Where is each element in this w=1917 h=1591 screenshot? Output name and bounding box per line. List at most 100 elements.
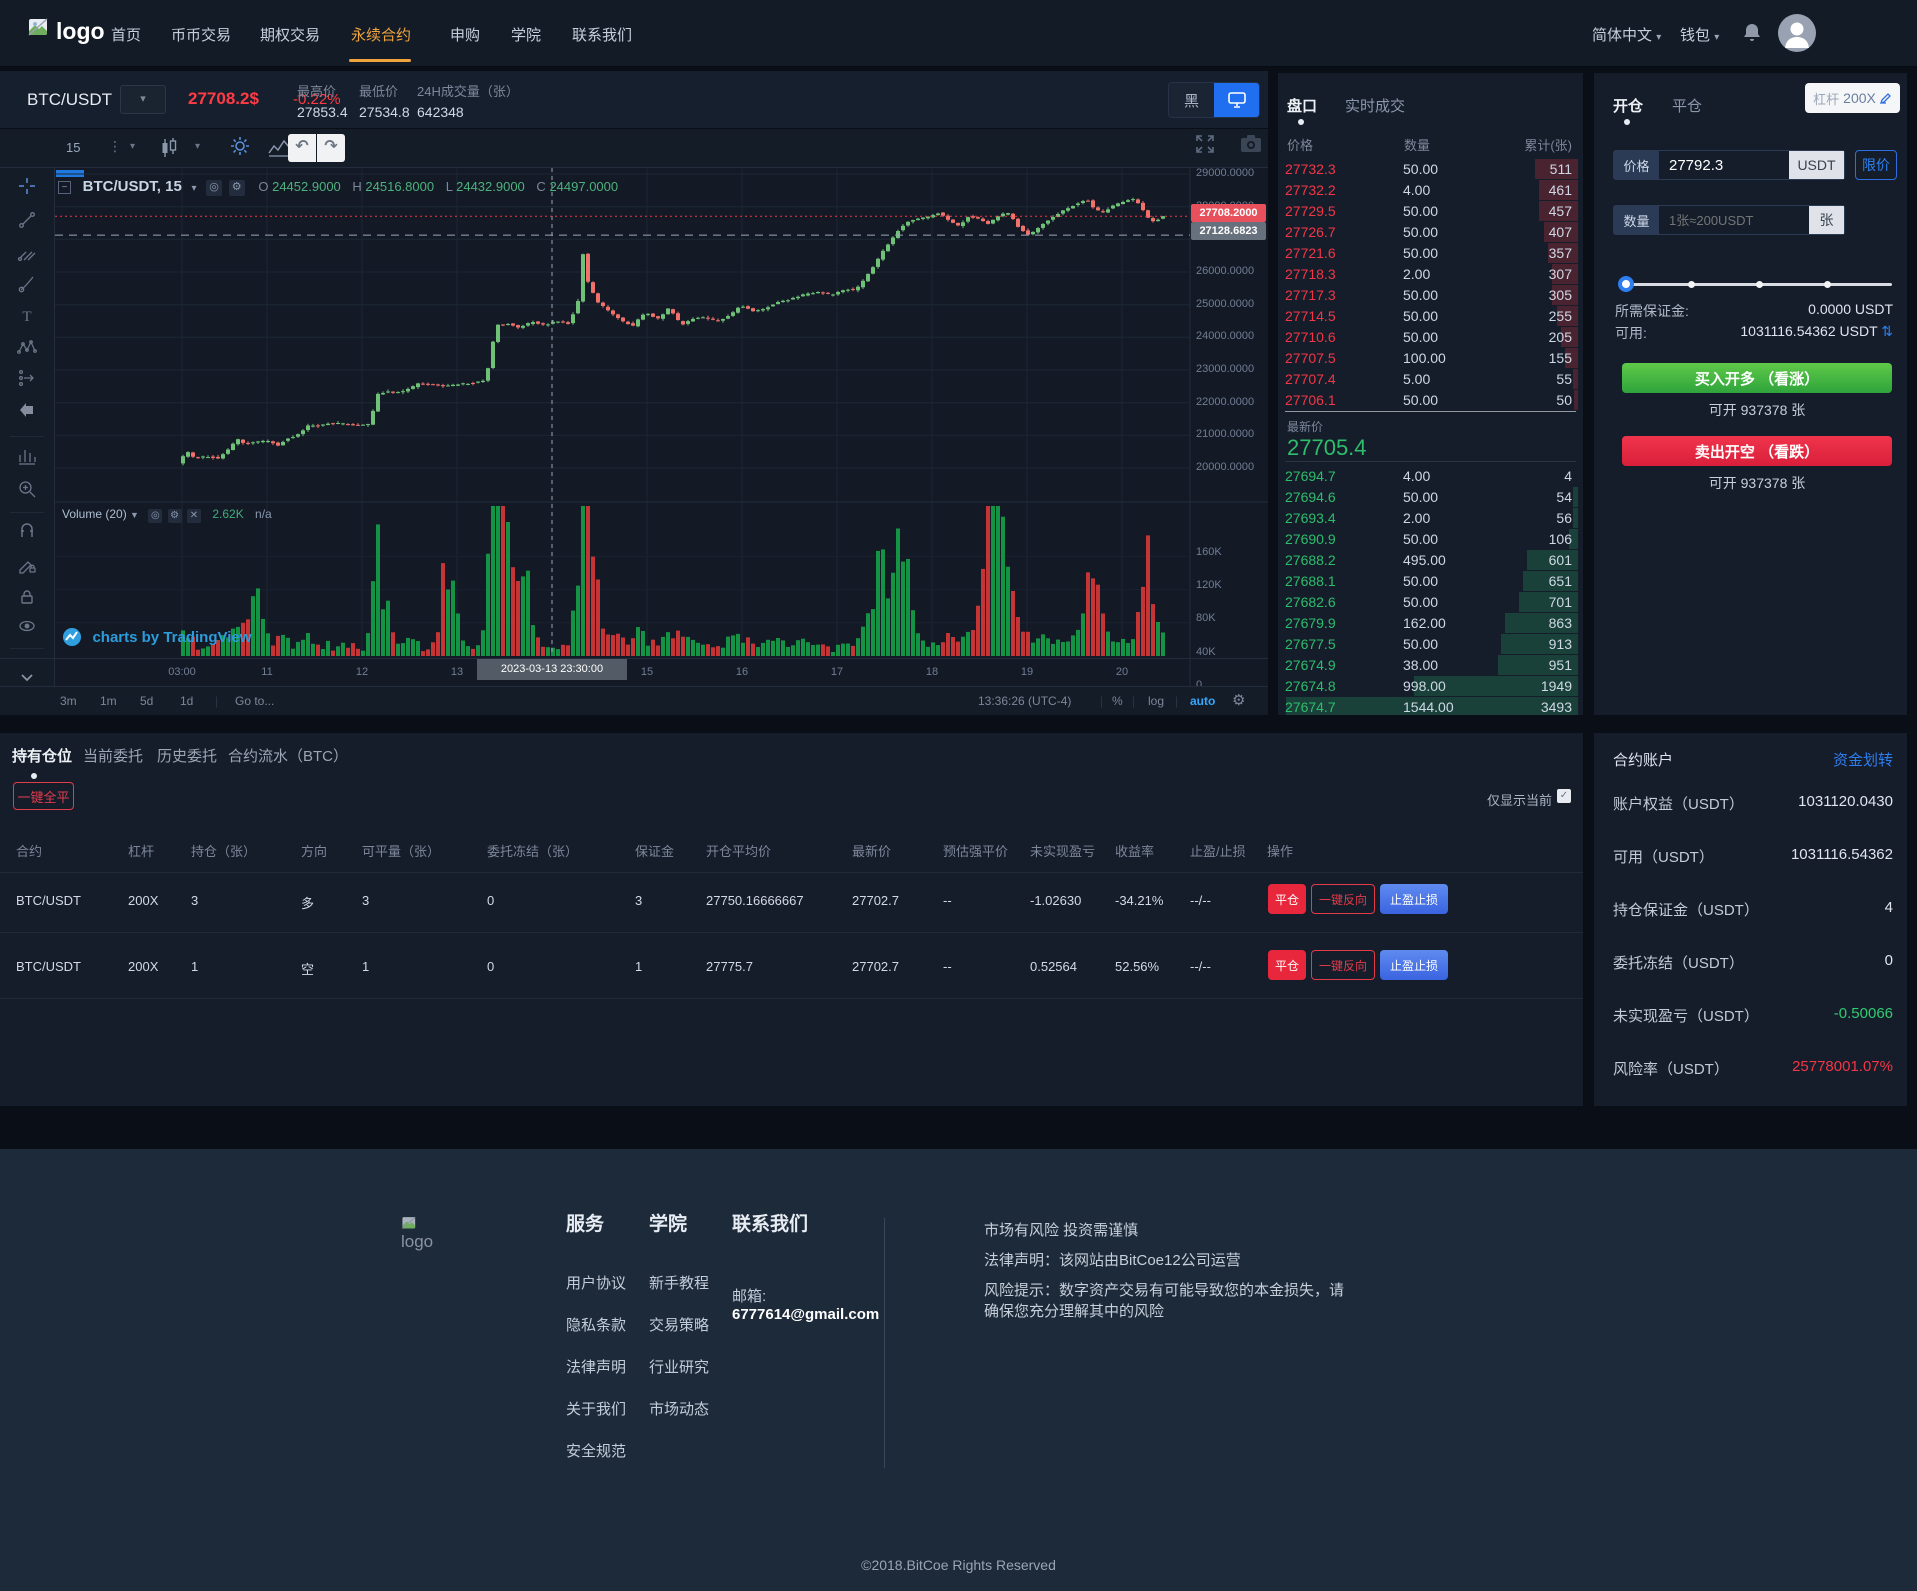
bid-row[interactable]: 27674.7 1544.00 3493 xyxy=(1285,697,1578,715)
fullscreen-icon[interactable] xyxy=(1194,133,1216,155)
nav-item-2[interactable]: 期权交易 xyxy=(260,24,320,45)
pattern-icon[interactable] xyxy=(17,338,37,358)
percent-scale-button[interactable]: % xyxy=(1112,694,1123,708)
email-value[interactable]: 6777614@gmail.com xyxy=(732,1306,879,1323)
range-1m-button[interactable]: 1m xyxy=(100,694,117,708)
candle-style-icon[interactable] xyxy=(160,137,178,159)
qty-input[interactable] xyxy=(1659,206,1809,234)
crosshair-icon[interactable] xyxy=(17,176,37,196)
nav-item-0[interactable]: 首页 xyxy=(111,24,141,45)
bid-row[interactable]: 27677.5 50.00 913 xyxy=(1285,634,1578,654)
tab-close-position[interactable]: 平仓 xyxy=(1672,95,1702,116)
language-selector[interactable]: 简体中文 ▾ xyxy=(1592,24,1661,45)
footer-link[interactable]: 市场动态 xyxy=(649,1398,789,1419)
range-5d-button[interactable]: 5d xyxy=(140,694,153,708)
volume-gear-icon[interactable]: ⚙ xyxy=(168,509,182,523)
buy-long-button[interactable]: 买入开多 （看涨） xyxy=(1622,363,1892,393)
forecast-icon[interactable] xyxy=(17,368,37,388)
bid-row[interactable]: 27679.9 162.00 863 xyxy=(1285,613,1578,633)
legend-gear-icon[interactable]: ⚙ xyxy=(229,180,245,196)
slider-thumb[interactable] xyxy=(1618,276,1634,292)
bid-row[interactable]: 27688.1 50.00 651 xyxy=(1285,571,1578,591)
reverse-button[interactable]: 一键反向 xyxy=(1311,884,1375,914)
bid-row[interactable]: 27693.4 2.00 56 xyxy=(1285,508,1578,528)
tab-open-position[interactable]: 开仓 xyxy=(1613,95,1643,116)
text-icon[interactable]: T xyxy=(17,306,37,326)
nav-item-1[interactable]: 币币交易 xyxy=(171,24,231,45)
footer-link[interactable]: 行业研究 xyxy=(649,1356,789,1377)
limit-order-button[interactable]: 限价 xyxy=(1855,150,1897,180)
positions-tab-0[interactable]: 持有仓位 xyxy=(12,745,72,766)
collapse-legend-icon[interactable]: − xyxy=(58,181,71,194)
bar-pattern-icon[interactable] xyxy=(17,446,37,466)
bell-icon[interactable] xyxy=(1742,22,1762,44)
volume-close-icon[interactable]: ✕ xyxy=(187,509,201,523)
nav-item-4[interactable]: 申购 xyxy=(450,24,480,45)
footer-link[interactable]: 安全规范 xyxy=(566,1440,706,1461)
tp-sl-button[interactable]: 止盈止损 xyxy=(1380,950,1448,980)
bid-row[interactable]: 27694.7 4.00 4 xyxy=(1285,466,1578,486)
screen-mode-button[interactable] xyxy=(1214,83,1259,117)
positions-tab-1[interactable]: 当前委托 xyxy=(83,745,143,766)
auto-scale-button[interactable]: auto xyxy=(1190,694,1215,708)
bid-row[interactable]: 27694.6 50.00 54 xyxy=(1285,487,1578,507)
bid-row[interactable]: 27688.2 495.00 601 xyxy=(1285,550,1578,570)
only-current-checkbox[interactable]: ✓ xyxy=(1557,789,1571,803)
wallet-menu[interactable]: 钱包 ▾ xyxy=(1680,24,1719,45)
close-all-button[interactable]: 一键全平 xyxy=(13,782,74,810)
legend-eye-icon[interactable]: ◎ xyxy=(206,180,222,196)
bid-row[interactable]: 27674.8 998.00 1949 xyxy=(1285,676,1578,696)
time-axis[interactable]: 03:00111213151617181920 xyxy=(0,658,1268,686)
close-position-button[interactable]: 平仓 xyxy=(1268,950,1306,980)
volume-title[interactable]: Volume (20) xyxy=(62,507,127,521)
lock-icon[interactable] xyxy=(17,587,37,607)
range-3m-button[interactable]: 3m xyxy=(60,694,77,708)
bid-row[interactable]: 27682.6 50.00 701 xyxy=(1285,592,1578,612)
log-scale-button[interactable]: log xyxy=(1148,694,1164,708)
bid-row[interactable]: 27690.9 50.00 106 xyxy=(1285,529,1578,549)
chevron-down-icon[interactable]: ▾ xyxy=(191,183,196,194)
pitchfork-icon[interactable] xyxy=(17,242,37,262)
sell-short-button[interactable]: 卖出开空 （看跌） xyxy=(1622,436,1892,466)
legend-symbol[interactable]: BTC/USDT, 15 xyxy=(83,178,182,195)
pair-selector[interactable]: ▾ xyxy=(120,85,166,114)
trend-line-icon[interactable] xyxy=(17,210,37,230)
gear-icon[interactable] xyxy=(230,136,250,156)
zoom-in-icon[interactable] xyxy=(17,479,37,499)
avatar[interactable] xyxy=(1778,14,1816,52)
camera-icon[interactable] xyxy=(1240,134,1262,154)
magnet-icon[interactable] xyxy=(17,522,37,542)
draw-lock-icon[interactable] xyxy=(17,555,37,575)
gear-icon[interactable]: ⚙ xyxy=(1232,691,1245,709)
eye-icon[interactable] xyxy=(17,616,37,636)
redo-button[interactable]: ↷ xyxy=(317,134,345,162)
footer-link[interactable]: 新手教程 xyxy=(649,1272,789,1293)
style-dropdown-icon[interactable]: ▾ xyxy=(195,141,200,152)
goto-button[interactable]: Go to... xyxy=(235,694,274,708)
nav-item-3[interactable]: 永续合约 xyxy=(351,24,411,45)
positions-tab-2[interactable]: 历史委托 xyxy=(157,745,217,766)
tp-sl-button[interactable]: 止盈止损 xyxy=(1380,884,1448,914)
tradingview-watermark[interactable]: charts by TradingView xyxy=(62,627,251,649)
transfer-arrows-icon[interactable]: ⇅ xyxy=(1881,323,1893,339)
close-position-button[interactable]: 平仓 xyxy=(1268,884,1306,914)
brush-icon[interactable] xyxy=(17,274,37,294)
interval-dropdown-icon[interactable]: ▾ xyxy=(130,141,135,152)
range-1d-button[interactable]: 1d xyxy=(180,694,193,708)
price-input[interactable] xyxy=(1659,151,1789,179)
bid-row[interactable]: 27674.9 38.00 951 xyxy=(1285,655,1578,675)
theme-black-button[interactable]: 黑 xyxy=(1169,83,1214,117)
indicators-icon[interactable] xyxy=(268,137,290,157)
leverage-box[interactable]: 杠杆 200X xyxy=(1805,83,1900,113)
positions-tab-3[interactable]: 合约流水（BTC） xyxy=(228,745,348,766)
amount-slider[interactable] xyxy=(1620,276,1892,292)
price-axis[interactable]: 29000.000028000.000026000.000025000.0000… xyxy=(1190,168,1268,658)
nav-item-6[interactable]: 联系我们 xyxy=(572,24,632,45)
interval-label[interactable]: 15 xyxy=(66,140,80,155)
undo-button[interactable]: ↶ xyxy=(288,134,316,162)
nav-item-5[interactable]: 学院 xyxy=(511,24,541,45)
reverse-button[interactable]: 一键反向 xyxy=(1311,950,1375,980)
back-arrow-icon[interactable] xyxy=(17,400,37,420)
menu-dots-icon[interactable]: ⋮ xyxy=(108,138,122,155)
volume-eye-icon[interactable]: ◎ xyxy=(148,509,162,523)
